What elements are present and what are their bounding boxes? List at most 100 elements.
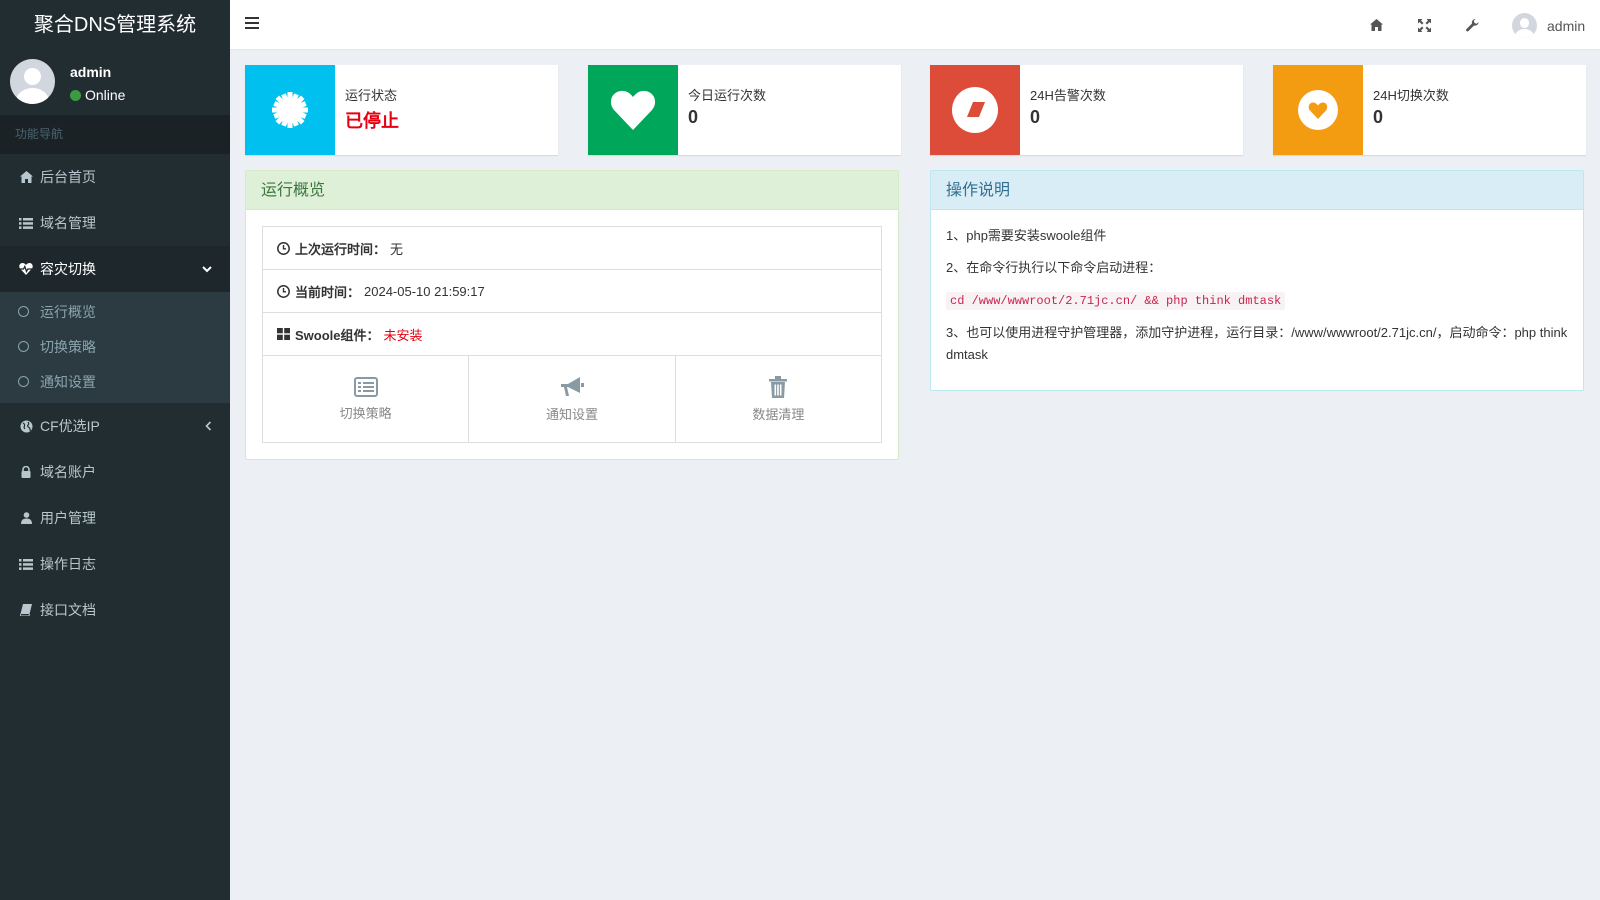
sidebar-item-home[interactable]: 后台首页 bbox=[0, 154, 230, 200]
sidebar-item-failover[interactable]: 容灾切换 bbox=[0, 246, 230, 292]
heart-circle-icon bbox=[1298, 90, 1338, 130]
info-box-value: 0 bbox=[688, 107, 699, 127]
home-icon[interactable] bbox=[1367, 16, 1385, 34]
info-box-value: 0 bbox=[1373, 107, 1384, 127]
info-box-24h-switches: 24H切换次数 0 bbox=[1273, 65, 1586, 155]
sidebar-item-label: CF优选IP bbox=[40, 418, 100, 434]
heartbeat-icon bbox=[18, 262, 34, 276]
user-status: Online bbox=[70, 87, 125, 103]
list-item: 当前时间： 2024-05-10 21:59:17 bbox=[263, 270, 881, 313]
info-box-icon bbox=[930, 65, 1020, 155]
row-key: 当前时间： bbox=[295, 284, 361, 300]
button-label: 数据清理 bbox=[752, 406, 805, 422]
info-box-label: 24H切换次数 bbox=[1373, 88, 1449, 103]
globe-icon bbox=[18, 419, 34, 433]
home-icon bbox=[18, 170, 34, 184]
sidebar-item-cf-ip[interactable]: CF优选IP bbox=[0, 403, 230, 449]
data-cleanup-button[interactable]: 数据清理 bbox=[676, 356, 881, 442]
header-user-name: admin bbox=[1547, 17, 1586, 34]
list-item: Swoole组件： 未安装 bbox=[263, 313, 881, 356]
row-key: Swoole组件： bbox=[295, 327, 380, 343]
sidebar-subitem-overview[interactable]: 运行概览 bbox=[0, 294, 230, 329]
list-alt-icon bbox=[353, 376, 378, 397]
button-label: 切换策略 bbox=[339, 405, 392, 421]
sidebar-item-api-docs[interactable]: 接口文档 bbox=[0, 587, 230, 633]
row-value: 未安装 bbox=[383, 327, 423, 343]
failover-submenu: 运行概览 切换策略 通知设置 bbox=[0, 292, 230, 403]
sidebar-item-label: 容灾切换 bbox=[40, 261, 96, 277]
wrench-icon[interactable] bbox=[1463, 16, 1481, 34]
info-box-value: 已停止 bbox=[345, 111, 399, 131]
sidebar-subitem-strategy[interactable]: 切换策略 bbox=[0, 329, 230, 364]
info-box-label: 24H告警次数 bbox=[1030, 88, 1106, 103]
user-status-text: Online bbox=[85, 87, 126, 103]
circle-icon bbox=[18, 376, 29, 387]
sidebar-subitem-label: 通知设置 bbox=[40, 373, 96, 390]
notify-settings-button[interactable]: 通知设置 bbox=[469, 356, 676, 442]
fullscreen-icon[interactable] bbox=[1415, 16, 1433, 34]
button-label: 通知设置 bbox=[545, 406, 598, 422]
instructions-panel: 操作说明 1、php需要安装swoole组件 2、在命令行执行以下命令启动进程：… bbox=[930, 170, 1584, 391]
heart-icon bbox=[610, 90, 656, 130]
info-box-icon bbox=[588, 65, 678, 155]
info-box-icon bbox=[1273, 65, 1363, 155]
app-logo[interactable]: 聚合DNS管理系统 bbox=[0, 0, 230, 50]
sidebar-subitem-notify[interactable]: 通知设置 bbox=[0, 364, 230, 399]
list-icon bbox=[18, 216, 34, 230]
sidebar-item-users[interactable]: 用户管理 bbox=[0, 495, 230, 541]
command-code: cd /www/wwwroot/2.71jc.cn/ && php think … bbox=[946, 292, 1286, 310]
row-key: 上次运行时间： bbox=[295, 241, 387, 257]
sidebar: 聚合DNS管理系统 admin Online 功能导航 后台首页 域名管理 容灾… bbox=[0, 0, 230, 900]
info-box-icon bbox=[245, 65, 335, 155]
user-icon bbox=[18, 511, 34, 525]
chevron-down-icon bbox=[202, 246, 212, 292]
instruction-line: 2、在命令行执行以下命令启动进程： bbox=[946, 260, 1162, 275]
circle-icon bbox=[18, 341, 29, 352]
sidebar-item-label: 接口文档 bbox=[40, 602, 96, 618]
sidebar-item-label: 后台首页 bbox=[40, 169, 96, 185]
info-box-label: 运行状态 bbox=[345, 88, 398, 103]
instructions-body: 1、php需要安装swoole组件 2、在命令行执行以下命令启动进程： cd /… bbox=[931, 210, 1583, 366]
chevron-left-icon bbox=[205, 403, 212, 449]
cog-icon bbox=[272, 92, 308, 128]
panel-title: 运行概览 bbox=[246, 171, 898, 210]
trash-icon bbox=[769, 375, 788, 398]
sidebar-item-label: 域名账户 bbox=[40, 464, 96, 480]
sidebar-item-label: 操作日志 bbox=[40, 556, 96, 572]
avatar bbox=[10, 59, 55, 104]
info-box-run-status: 运行状态 已停止 bbox=[245, 65, 558, 155]
user-name: admin bbox=[70, 64, 112, 80]
bullhorn-icon bbox=[560, 376, 584, 396]
sidebar-item-logs[interactable]: 操作日志 bbox=[0, 541, 230, 587]
th-large-icon bbox=[277, 328, 290, 340]
strategy-button[interactable]: 切换策略 bbox=[263, 356, 470, 442]
list-item: 上次运行时间： 无 bbox=[263, 227, 881, 270]
user-panel: admin Online bbox=[0, 50, 230, 115]
sidebar-item-accounts[interactable]: 域名账户 bbox=[0, 449, 230, 495]
sidebar-item-label: 域名管理 bbox=[40, 215, 96, 231]
menu-toggle-icon[interactable] bbox=[245, 17, 259, 31]
sidebar-item-domains[interactable]: 域名管理 bbox=[0, 200, 230, 246]
list-icon bbox=[18, 557, 34, 571]
nav-header: 功能导航 bbox=[0, 115, 230, 154]
info-box-value: 0 bbox=[1030, 107, 1041, 127]
panel-title: 操作说明 bbox=[931, 171, 1583, 210]
row-value: 无 bbox=[390, 241, 404, 257]
eraser-icon bbox=[952, 87, 998, 133]
circle-icon bbox=[18, 306, 29, 317]
lock-icon bbox=[18, 465, 34, 479]
sidebar-subitem-label: 切换策略 bbox=[40, 338, 96, 355]
online-dot-icon bbox=[70, 89, 81, 101]
instruction-line: 1、php需要安装swoole组件 bbox=[946, 228, 1107, 243]
info-box-label: 今日运行次数 bbox=[688, 88, 767, 103]
header-user-menu[interactable]: admin bbox=[1512, 12, 1585, 39]
overview-list: 上次运行时间： 无 当前时间： 2024-05-10 21:59:17 Swoo… bbox=[262, 226, 882, 443]
avatar bbox=[1512, 13, 1537, 38]
overview-panel: 运行概览 上次运行时间： 无 当前时间： 2024-05-10 21:59:17… bbox=[245, 170, 899, 460]
row-value: 2024-05-10 21:59:17 bbox=[364, 283, 485, 299]
quick-actions: 切换策略 通知设置 数据清理 bbox=[263, 356, 881, 442]
top-header: admin bbox=[230, 0, 1600, 50]
clock-icon bbox=[277, 284, 290, 298]
instruction-line: 3、也可以使用进程守护管理器，添加守护进程，运行目录：/www/wwwroot/… bbox=[946, 325, 1568, 362]
sidebar-item-label: 用户管理 bbox=[40, 510, 96, 526]
